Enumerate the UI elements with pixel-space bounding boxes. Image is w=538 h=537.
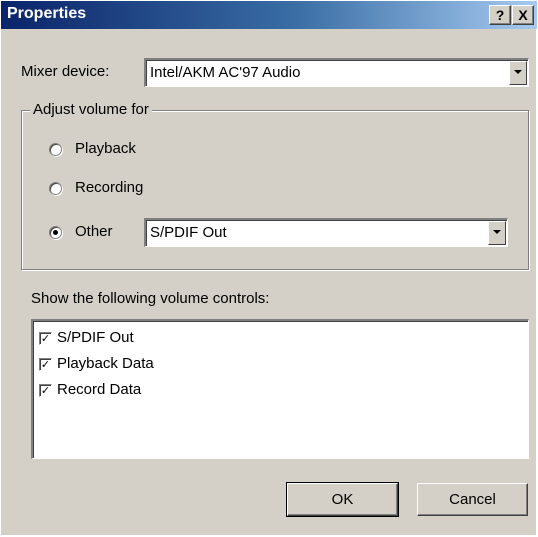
- cancel-button[interactable]: Cancel: [417, 483, 528, 516]
- radio-playback[interactable]: [49, 143, 62, 156]
- checkbox-record-data[interactable]: ✓: [39, 384, 52, 397]
- ok-button[interactable]: OK: [286, 482, 399, 517]
- help-button[interactable]: ?: [489, 5, 511, 25]
- chevron-down-icon[interactable]: [509, 61, 527, 85]
- radio-recording-label[interactable]: Recording: [75, 179, 143, 196]
- controls-label: Show the following volume controls:: [31, 290, 270, 307]
- close-button[interactable]: X: [512, 5, 534, 25]
- mixer-device-value: Intel/AKM AC'97 Audio: [150, 64, 301, 81]
- list-item-label: Playback Data: [57, 355, 154, 372]
- chevron-down-icon[interactable]: [488, 221, 506, 245]
- radio-other-label[interactable]: Other: [75, 223, 113, 240]
- radio-recording[interactable]: [49, 182, 62, 195]
- checkbox-playback-data[interactable]: ✓: [39, 358, 52, 371]
- title-bar[interactable]: Properties ? X: [1, 1, 537, 29]
- radio-playback-label[interactable]: Playback: [75, 140, 136, 157]
- window-title: Properties: [7, 5, 87, 22]
- other-device-select[interactable]: S/PDIF Out: [144, 218, 508, 247]
- mixer-device-select[interactable]: Intel/AKM AC'97 Audio: [144, 58, 529, 87]
- adjust-volume-legend: Adjust volume for: [30, 101, 152, 118]
- properties-dialog: Properties ? X Mixer device: Intel/AKM A…: [0, 0, 538, 537]
- list-item-label: S/PDIF Out: [57, 329, 134, 346]
- list-item-label: Record Data: [57, 381, 142, 398]
- volume-controls-list[interactable]: ✓ S/PDIF Out ✓ Playback Data ✓ Record Da…: [31, 319, 529, 459]
- radio-other[interactable]: [49, 226, 62, 239]
- mixer-device-label: Mixer device:: [21, 63, 110, 80]
- checkbox-spdif-out[interactable]: ✓: [39, 332, 52, 345]
- other-device-value: S/PDIF Out: [150, 224, 227, 241]
